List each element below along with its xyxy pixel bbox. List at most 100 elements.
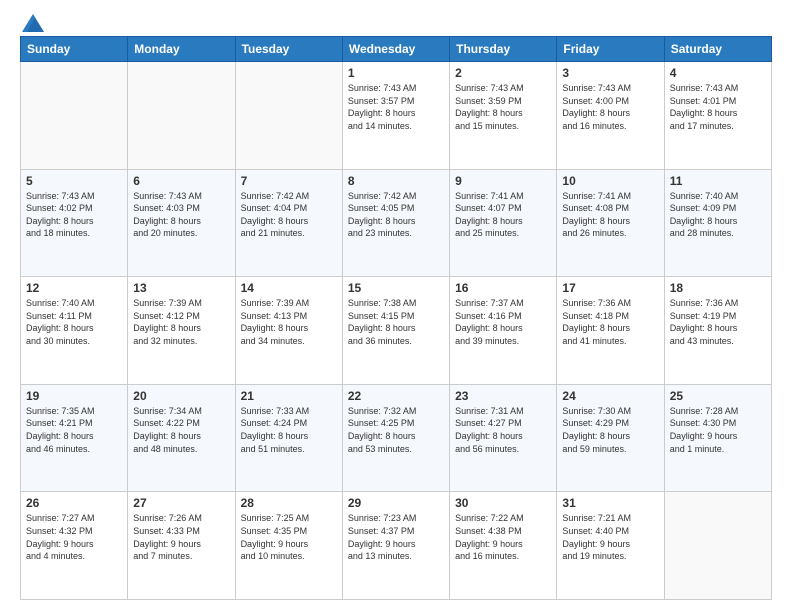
- day-number: 16: [455, 281, 551, 295]
- day-number: 5: [26, 174, 122, 188]
- day-info: Sunrise: 7:40 AM Sunset: 4:11 PM Dayligh…: [26, 297, 122, 347]
- day-info: Sunrise: 7:23 AM Sunset: 4:37 PM Dayligh…: [348, 512, 444, 562]
- calendar-cell: 14Sunrise: 7:39 AM Sunset: 4:13 PM Dayli…: [235, 277, 342, 385]
- calendar-cell: 6Sunrise: 7:43 AM Sunset: 4:03 PM Daylig…: [128, 169, 235, 277]
- logo-icon: [22, 14, 44, 32]
- day-number: 8: [348, 174, 444, 188]
- calendar-cell: 10 Sunrise: 7:41 AM Sunset: 4:08 PM Dayli…: [557, 169, 664, 277]
- col-header-friday: Friday: [557, 37, 664, 62]
- day-number: 3: [562, 66, 658, 80]
- day-number: 17: [562, 281, 658, 295]
- day-info: Sunrise: 7:37 AM Sunset: 4:16 PM Dayligh…: [455, 297, 551, 347]
- calendar-cell: 18 Sunrise: 7:36 AM Sunset: 4:19 PM Dayli…: [664, 277, 771, 385]
- day-number: 19: [26, 389, 122, 403]
- calendar-cell: 30Sunrise: 7:22 AM Sunset: 4:38 PM Dayli…: [450, 492, 557, 600]
- calendar-week-2: 5 Sunrise: 7:43 AM Sunset: 4:02 PM Daylig…: [21, 169, 772, 277]
- col-header-thursday: Thursday: [450, 37, 557, 62]
- calendar-cell: 26Sunrise: 7:27 AM Sunset: 4:32 PM Dayli…: [21, 492, 128, 600]
- day-number: 11: [670, 174, 766, 188]
- calendar-cell: 13 Sunrise: 7:39 AM Sunset: 4:12 PM Dayli…: [128, 277, 235, 385]
- calendar-cell: 19 Sunrise: 7:35 AM Sunset: 4:21 PM Dayli…: [21, 384, 128, 492]
- col-header-sunday: Sunday: [21, 37, 128, 62]
- calendar-cell: 28Sunrise: 7:25 AM Sunset: 4:35 PM Dayli…: [235, 492, 342, 600]
- calendar-cell: 3 Sunrise: 7:43 AM Sunset: 4:00 PM Daylig…: [557, 62, 664, 170]
- day-info: Sunrise: 7:38 AM Sunset: 4:15 PM Dayligh…: [348, 297, 444, 347]
- day-info: Sunrise: 7:27 AM Sunset: 4:32 PM Dayligh…: [26, 512, 122, 562]
- day-info: Sunrise: 7:43 AM Sunset: 3:59 PM Dayligh…: [455, 82, 551, 132]
- day-number: 7: [241, 174, 337, 188]
- calendar-cell: 23Sunrise: 7:31 AM Sunset: 4:27 PM Dayli…: [450, 384, 557, 492]
- day-info: Sunrise: 7:42 AM Sunset: 4:05 PM Dayligh…: [348, 190, 444, 240]
- day-number: 13: [133, 281, 229, 295]
- calendar-cell: [664, 492, 771, 600]
- col-header-wednesday: Wednesday: [342, 37, 449, 62]
- day-number: 1: [348, 66, 444, 80]
- calendar-cell: 11 Sunrise: 7:40 AM Sunset: 4:09 PM Dayli…: [664, 169, 771, 277]
- day-number: 15: [348, 281, 444, 295]
- day-info: Sunrise: 7:21 AM Sunset: 4:40 PM Dayligh…: [562, 512, 658, 562]
- calendar-cell: 5 Sunrise: 7:43 AM Sunset: 4:02 PM Daylig…: [21, 169, 128, 277]
- calendar-cell: 20 Sunrise: 7:34 AM Sunset: 4:22 PM Dayli…: [128, 384, 235, 492]
- day-info: Sunrise: 7:25 AM Sunset: 4:35 PM Dayligh…: [241, 512, 337, 562]
- day-info: Sunrise: 7:43 AM Sunset: 4:02 PM Dayligh…: [26, 190, 122, 240]
- calendar-cell: 21 Sunrise: 7:33 AM Sunset: 4:24 PM Dayli…: [235, 384, 342, 492]
- calendar-cell: 12 Sunrise: 7:40 AM Sunset: 4:11 PM Dayli…: [21, 277, 128, 385]
- calendar-cell: 8 Sunrise: 7:42 AM Sunset: 4:05 PM Daylig…: [342, 169, 449, 277]
- day-number: 29: [348, 496, 444, 510]
- col-header-saturday: Saturday: [664, 37, 771, 62]
- calendar-cell: 27Sunrise: 7:26 AM Sunset: 4:33 PM Dayli…: [128, 492, 235, 600]
- day-number: 10: [562, 174, 658, 188]
- day-number: 12: [26, 281, 122, 295]
- day-info: Sunrise: 7:41 AM Sunset: 4:08 PM Dayligh…: [562, 190, 658, 240]
- calendar-cell: [128, 62, 235, 170]
- calendar-cell: 24Sunrise: 7:30 AM Sunset: 4:29 PM Dayli…: [557, 384, 664, 492]
- day-number: 9: [455, 174, 551, 188]
- day-number: 22: [348, 389, 444, 403]
- day-info: Sunrise: 7:42 AM Sunset: 4:04 PM Dayligh…: [241, 190, 337, 240]
- calendar-cell: 31 Sunrise: 7:21 AM Sunset: 4:40 PM Dayli…: [557, 492, 664, 600]
- calendar: SundayMondayTuesdayWednesdayThursdayFrid…: [20, 36, 772, 600]
- calendar-cell: 1 Sunrise: 7:43 AM Sunset: 3:57 PM Daylig…: [342, 62, 449, 170]
- header: [20, 18, 772, 28]
- calendar-cell: 16 Sunrise: 7:37 AM Sunset: 4:16 PM Dayli…: [450, 277, 557, 385]
- calendar-header-row: SundayMondayTuesdayWednesdayThursdayFrid…: [21, 37, 772, 62]
- day-number: 25: [670, 389, 766, 403]
- calendar-cell: 9Sunrise: 7:41 AM Sunset: 4:07 PM Daylig…: [450, 169, 557, 277]
- day-info: Sunrise: 7:43 AM Sunset: 3:57 PM Dayligh…: [348, 82, 444, 132]
- day-info: Sunrise: 7:28 AM Sunset: 4:30 PM Dayligh…: [670, 405, 766, 455]
- col-header-tuesday: Tuesday: [235, 37, 342, 62]
- day-number: 21: [241, 389, 337, 403]
- day-info: Sunrise: 7:35 AM Sunset: 4:21 PM Dayligh…: [26, 405, 122, 455]
- day-info: Sunrise: 7:43 AM Sunset: 4:01 PM Dayligh…: [670, 82, 766, 132]
- day-info: Sunrise: 7:40 AM Sunset: 4:09 PM Dayligh…: [670, 190, 766, 240]
- day-number: 20: [133, 389, 229, 403]
- calendar-cell: 29 Sunrise: 7:23 AM Sunset: 4:37 PM Dayli…: [342, 492, 449, 600]
- calendar-cell: 25 Sunrise: 7:28 AM Sunset: 4:30 PM Dayli…: [664, 384, 771, 492]
- page: SundayMondayTuesdayWednesdayThursdayFrid…: [0, 0, 792, 612]
- calendar-week-5: 26Sunrise: 7:27 AM Sunset: 4:32 PM Dayli…: [21, 492, 772, 600]
- day-number: 4: [670, 66, 766, 80]
- day-info: Sunrise: 7:43 AM Sunset: 4:00 PM Dayligh…: [562, 82, 658, 132]
- calendar-week-4: 19 Sunrise: 7:35 AM Sunset: 4:21 PM Dayli…: [21, 384, 772, 492]
- calendar-week-3: 12 Sunrise: 7:40 AM Sunset: 4:11 PM Dayli…: [21, 277, 772, 385]
- day-info: Sunrise: 7:31 AM Sunset: 4:27 PM Dayligh…: [455, 405, 551, 455]
- calendar-cell: 7 Sunrise: 7:42 AM Sunset: 4:04 PM Daylig…: [235, 169, 342, 277]
- day-info: Sunrise: 7:43 AM Sunset: 4:03 PM Dayligh…: [133, 190, 229, 240]
- day-info: Sunrise: 7:26 AM Sunset: 4:33 PM Dayligh…: [133, 512, 229, 562]
- day-info: Sunrise: 7:34 AM Sunset: 4:22 PM Dayligh…: [133, 405, 229, 455]
- day-info: Sunrise: 7:36 AM Sunset: 4:19 PM Dayligh…: [670, 297, 766, 347]
- day-number: 18: [670, 281, 766, 295]
- day-info: Sunrise: 7:33 AM Sunset: 4:24 PM Dayligh…: [241, 405, 337, 455]
- col-header-monday: Monday: [128, 37, 235, 62]
- day-number: 31: [562, 496, 658, 510]
- day-info: Sunrise: 7:30 AM Sunset: 4:29 PM Dayligh…: [562, 405, 658, 455]
- calendar-cell: [21, 62, 128, 170]
- day-number: 30: [455, 496, 551, 510]
- day-info: Sunrise: 7:36 AM Sunset: 4:18 PM Dayligh…: [562, 297, 658, 347]
- calendar-cell: 17 Sunrise: 7:36 AM Sunset: 4:18 PM Dayli…: [557, 277, 664, 385]
- day-number: 14: [241, 281, 337, 295]
- calendar-week-1: 1 Sunrise: 7:43 AM Sunset: 3:57 PM Daylig…: [21, 62, 772, 170]
- day-info: Sunrise: 7:39 AM Sunset: 4:12 PM Dayligh…: [133, 297, 229, 347]
- calendar-cell: 2Sunrise: 7:43 AM Sunset: 3:59 PM Daylig…: [450, 62, 557, 170]
- calendar-cell: 15 Sunrise: 7:38 AM Sunset: 4:15 PM Dayli…: [342, 277, 449, 385]
